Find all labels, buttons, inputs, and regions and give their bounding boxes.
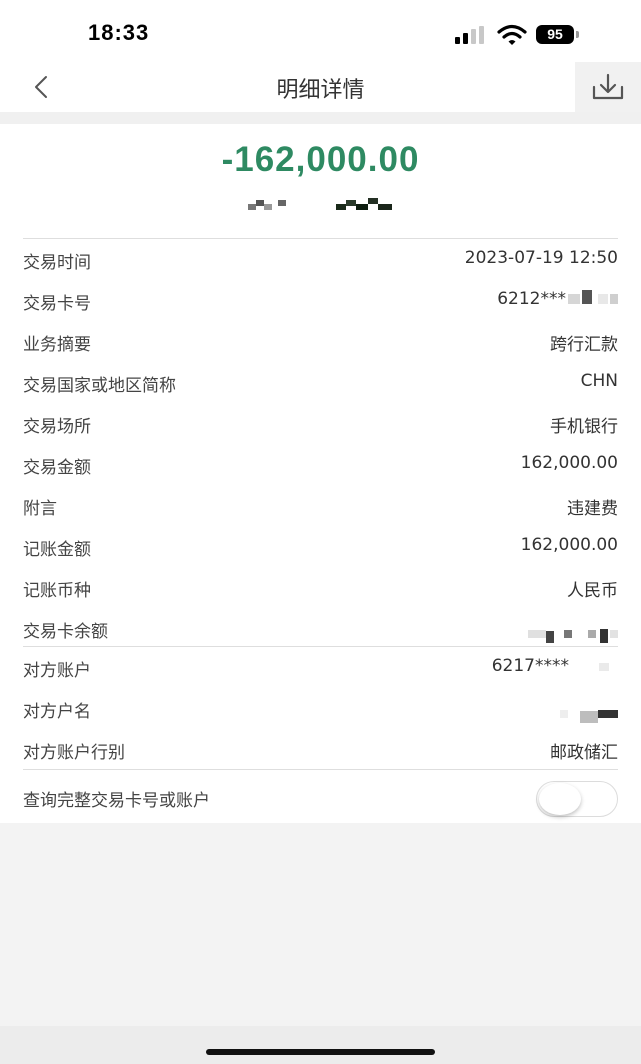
section-gap (0, 112, 641, 124)
redacted-counterparty-name (248, 196, 398, 212)
toggle-label: 查询完整交易卡号或账户 (23, 791, 210, 811)
detail-label: 记账金额 (23, 540, 91, 560)
battery-icon: 95 (536, 25, 574, 44)
detail-value: 手机银行 (550, 417, 618, 437)
toggle-knob (539, 783, 581, 815)
detail-value: 违建费 (567, 499, 618, 519)
detail-label: 记账币种 (23, 581, 91, 601)
redacted-balance (528, 623, 618, 643)
detail-value: 2023-07-19 12:50 (464, 248, 618, 268)
detail-label: 对方账户行别 (23, 743, 125, 763)
detail-row-country: 交易国家或地区简称 CHN (0, 363, 641, 403)
bottom-area (0, 1026, 641, 1064)
detail-row-memo: 附言 违建费 (0, 486, 641, 526)
detail-value: 人民币 (567, 581, 618, 601)
divider (23, 769, 618, 770)
detail-label: 交易卡余额 (23, 622, 108, 642)
detail-row-currency: 记账币种 人民币 (0, 568, 641, 608)
detail-value: 跨行汇款 (550, 335, 618, 355)
detail-value: 162,000.00 (520, 453, 618, 473)
detail-value: CHN (580, 371, 618, 391)
detail-row-counterparty-bank: 对方账户行别 邮政储汇 (0, 730, 641, 770)
divider (23, 238, 618, 239)
detail-row-summary: 业务摘要 跨行汇款 (0, 322, 641, 362)
detail-row-time: 交易时间 2023-07-19 12:50 (0, 240, 641, 280)
detail-label: 交易时间 (23, 253, 91, 273)
detail-label: 对方户名 (23, 702, 91, 722)
toggle-row: 查询完整交易卡号或账户 (0, 774, 641, 822)
detail-value: 6217**** (492, 656, 609, 676)
status-bar: 18:33 95 (0, 0, 641, 62)
detail-label: 对方账户 (23, 661, 91, 681)
detail-value: 6212*** (497, 289, 618, 309)
detail-row-card: 交易卡号 6212*** (0, 281, 641, 321)
detail-label: 附言 (23, 499, 57, 519)
detail-row-balance: 交易卡余额 (0, 609, 641, 649)
detail-value: 邮政储汇 (550, 743, 618, 763)
detail-label: 交易卡号 (23, 294, 91, 314)
home-indicator[interactable] (206, 1049, 435, 1055)
detail-row-posted-amount: 记账金额 162,000.00 (0, 527, 641, 567)
transaction-amount: -162,000.00 (221, 140, 420, 179)
detail-label: 业务摘要 (23, 335, 91, 355)
redacted-counterparty-name (560, 703, 618, 723)
wifi-icon (497, 24, 527, 46)
full-number-toggle[interactable] (536, 781, 618, 817)
signal-icon (455, 26, 487, 44)
nav-bar: 明细详情 (0, 62, 641, 112)
detail-label: 交易场所 (23, 417, 91, 437)
status-time: 18:33 (88, 20, 150, 45)
detail-row-counterparty-name: 对方户名 (0, 689, 641, 729)
battery-tip (576, 31, 579, 38)
download-button[interactable] (575, 62, 641, 112)
detail-card: -162,000.00 交易时间 2023-07-19 12:50 交易卡号 6… (0, 124, 641, 823)
download-icon (592, 73, 624, 100)
page-title: 明细详情 (276, 78, 365, 103)
detail-row-amount: 交易金额 162,000.00 (0, 445, 641, 485)
detail-row-counterparty-account: 对方账户 6217**** (0, 648, 641, 688)
divider (23, 646, 618, 647)
detail-label: 交易金额 (23, 458, 91, 478)
detail-row-venue: 交易场所 手机银行 (0, 404, 641, 444)
detail-label: 交易国家或地区简称 (23, 376, 176, 396)
detail-value: 162,000.00 (520, 535, 618, 555)
